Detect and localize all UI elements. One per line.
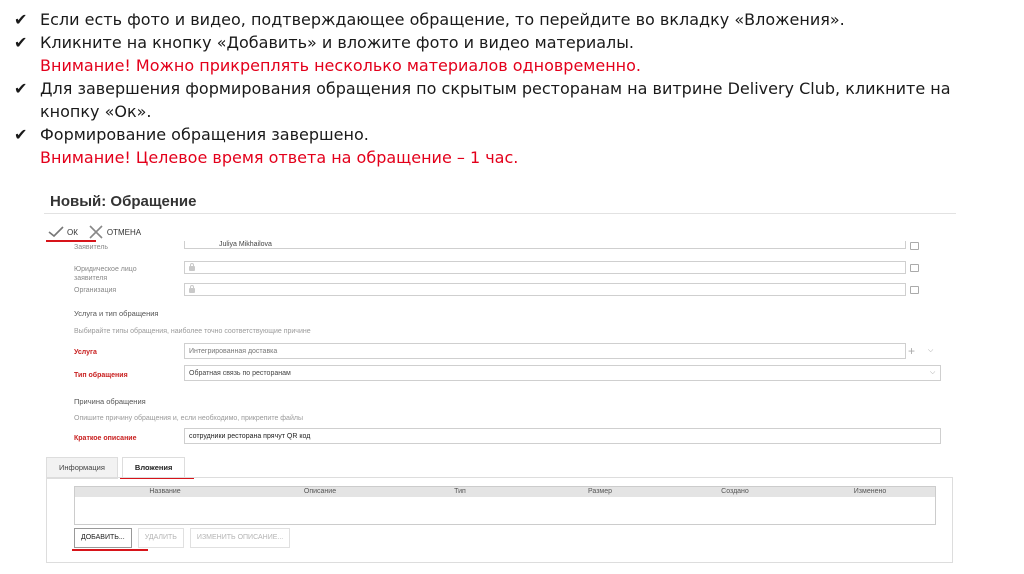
add-button-highlight	[72, 549, 148, 551]
folder-icon[interactable]	[910, 242, 919, 250]
legal-entity-label: Юридическое лицо заявителя	[74, 266, 137, 282]
applicant-label: Заявитель	[74, 244, 109, 251]
check-icon: ✔	[14, 125, 28, 144]
case-type-value: Обратная связь по ресторанам	[189, 370, 291, 377]
organization-field[interactable]	[184, 283, 906, 296]
column-name[interactable]: Название	[75, 487, 255, 497]
warning-text: Внимание! Целевое время ответа на обраще…	[40, 148, 519, 167]
column-size[interactable]: Размер	[535, 487, 665, 497]
edit-description-button[interactable]: ИЗМЕНИТЬ ОПИСАНИЕ...	[189, 528, 291, 548]
check-icon: ✔	[14, 79, 28, 98]
instruction-3: ✔ Для завершения формирования обращения …	[14, 77, 1014, 100]
column-description[interactable]: Описание	[255, 487, 385, 497]
applicant-value: Juliya Mikhailova	[219, 241, 272, 248]
section-service-title: Услуга и тип обращения	[74, 309, 159, 318]
tab-bar: Информация Вложения	[46, 457, 189, 479]
instructions: ✔ Если есть фото и видео, подтверждающее…	[14, 8, 1014, 169]
cancel-button[interactable]: ОТМЕНА	[88, 224, 141, 240]
instruction-1: ✔ Если есть фото и видео, подтверждающее…	[14, 8, 1014, 31]
form-title: Новый: Обращение	[50, 193, 197, 210]
case-type-label: Тип обращения	[74, 372, 128, 379]
attachment-actions: ДОБАВИТЬ... УДАЛИТЬ ИЗМЕНИТЬ ОПИСАНИЕ...	[74, 528, 296, 548]
instruction-text: Для завершения формирования обращения по…	[40, 79, 951, 98]
section-reason-title: Причина обращения	[74, 397, 146, 406]
short-description-field[interactable]: сотрудники ресторана прячут QR код	[184, 428, 941, 444]
organization-label: Организация	[74, 287, 117, 294]
section-service-hint: Выбирайте типы обращения, наиболее точно…	[74, 328, 311, 335]
add-button[interactable]: ДОБАВИТЬ...	[74, 528, 132, 548]
instruction-text: Кликните на кнопку «Добавить» и вложите …	[40, 33, 634, 52]
delete-button[interactable]: УДАЛИТЬ	[137, 528, 184, 548]
instruction-text: Формирование обращения завершено.	[40, 125, 369, 144]
section-reason-hint: Опишите причину обращения и, если необхо…	[74, 415, 303, 422]
folder-icon[interactable]	[910, 286, 919, 294]
check-icon: ✔	[14, 33, 28, 52]
column-modified[interactable]: Изменено	[805, 487, 935, 497]
folder-icon[interactable]	[910, 264, 919, 272]
chevron-down-icon[interactable]: ⌵	[930, 369, 935, 377]
tab-attachments[interactable]: Вложения	[121, 457, 186, 479]
add-icon[interactable]: +	[908, 345, 915, 357]
close-icon	[89, 225, 103, 239]
ok-button[interactable]: ОК	[48, 226, 78, 238]
warning-text: Внимание! Можно прикреплять несколько ма…	[40, 56, 642, 75]
divider	[44, 213, 956, 214]
column-created[interactable]: Создано	[665, 487, 805, 497]
instruction-text-cont: кнопку «Ок».	[40, 102, 152, 121]
applicant-field[interactable]: Juliya Mikhailova	[184, 241, 906, 249]
check-icon: ✔	[14, 10, 28, 29]
attachments-panel: Название Описание Тип Размер Создано Изм…	[46, 477, 953, 563]
checkmark-icon	[48, 226, 64, 238]
lock-icon	[189, 263, 195, 271]
ok-label: ОК	[67, 227, 78, 237]
grid-header: Название Описание Тип Размер Создано Изм…	[75, 487, 935, 497]
chevron-down-icon[interactable]: ⌵	[928, 347, 933, 355]
short-description-label: Краткое описание	[74, 435, 137, 442]
short-description-value: сотрудники ресторана прячут QR код	[189, 433, 311, 440]
service-field[interactable]: Интегрированная доставка	[184, 343, 906, 359]
case-form: Новый: Обращение ОК ОТМЕНА Заявитель Jul…	[44, 185, 956, 565]
form-toolbar: ОК ОТМЕНА	[48, 223, 151, 241]
instruction-4: ✔ Формирование обращения завершено.	[14, 123, 1014, 146]
instruction-text: Если есть фото и видео, подтверждающее о…	[40, 10, 845, 29]
legal-entity-field[interactable]	[184, 261, 906, 274]
case-type-select[interactable]: Обратная связь по ресторанам	[184, 365, 941, 381]
cancel-label: ОТМЕНА	[106, 227, 142, 237]
attachments-grid: Название Описание Тип Размер Создано Изм…	[74, 486, 936, 525]
column-type[interactable]: Тип	[385, 487, 535, 497]
instruction-2: ✔ Кликните на кнопку «Добавить» и вложит…	[14, 31, 1014, 54]
service-value: Интегрированная доставка	[189, 348, 278, 355]
ok-highlight-underline	[46, 240, 96, 242]
service-label: Услуга	[74, 349, 97, 356]
lock-icon	[189, 285, 195, 293]
tab-information[interactable]: Информация	[46, 457, 118, 479]
